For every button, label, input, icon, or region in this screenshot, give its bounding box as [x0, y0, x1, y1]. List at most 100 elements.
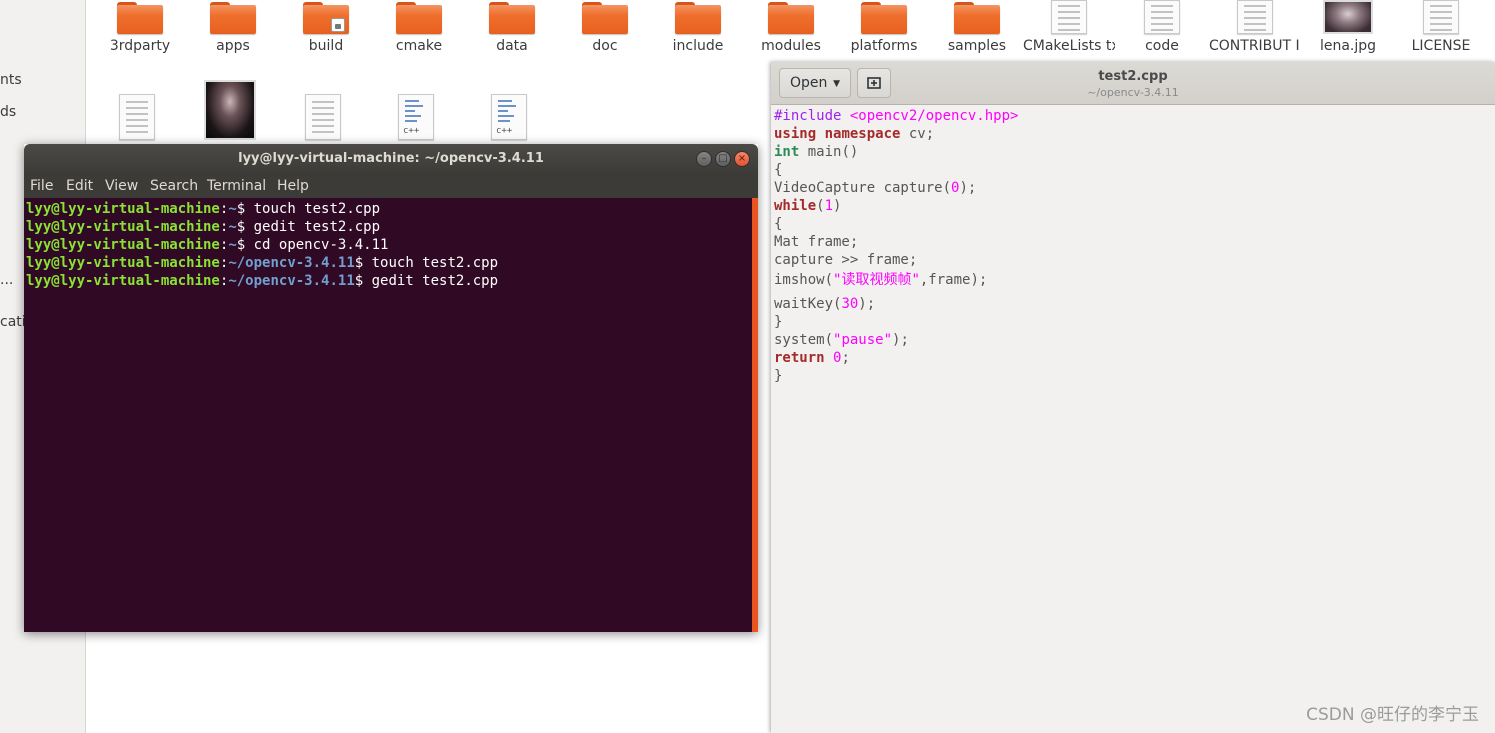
folder-icon — [861, 0, 907, 34]
terminal-line: lyy@lyy-virtual-machine:~$ cd opencv-3.4… — [26, 236, 388, 254]
file-item[interactable]: CONTRIBUT ING.md — [1209, 0, 1301, 54]
file-label: apps — [216, 38, 250, 54]
prompt-path: ~ — [228, 237, 237, 253]
terminal-output[interactable]: lyy@lyy-virtual-machine:~$ touch test2.c… — [24, 198, 758, 632]
maximize-button[interactable]: □ — [715, 151, 731, 167]
sidebar-item[interactable]: ds — [0, 104, 16, 120]
file-item[interactable]: c++ — [370, 94, 462, 140]
code-token: Mat frame; — [774, 234, 859, 250]
gedit-subtitle: ~/opencv-3.4.11 — [1087, 86, 1179, 99]
folder-icon — [396, 0, 442, 34]
close-button[interactable]: × — [734, 151, 750, 167]
terminal-scrollbar[interactable] — [752, 198, 758, 632]
menu-search[interactable]: Search — [150, 178, 198, 194]
folder-icon — [210, 0, 256, 34]
code-editor[interactable]: #include <opencv2/opencv.hpp> using names… — [771, 105, 1495, 733]
file-item[interactable]: 3rdparty — [94, 0, 186, 54]
menu-view[interactable]: View — [105, 178, 138, 194]
code-token: waitKey( — [774, 296, 842, 312]
prompt-path: ~/opencv-3.4.11 — [228, 255, 355, 271]
gedit-headerbar: Open ▼ test2.cpp ~/opencv-3.4.11 — [771, 62, 1495, 105]
sidebar-item-label: ds — [0, 104, 17, 120]
gedit-title: test2.cpp — [1098, 69, 1168, 84]
prompt-symbol: $ — [354, 255, 372, 271]
code-token: "pause" — [833, 332, 893, 348]
file-item[interactable]: data — [466, 0, 558, 54]
file-label: doc — [592, 38, 618, 54]
code-line: capture >> frame; — [774, 251, 917, 269]
file-item[interactable]: samples — [931, 0, 1023, 54]
folder-icon — [675, 0, 721, 34]
code-token: ,frame); — [919, 272, 988, 288]
menu-file[interactable]: File — [30, 178, 53, 194]
image-thumbnail-icon — [1323, 0, 1373, 34]
sidebar-item[interactable]: cati — [0, 314, 26, 330]
code-line: return 0; — [774, 349, 850, 367]
terminal-line: lyy@lyy-virtual-machine:~$ touch test2.c… — [26, 200, 380, 218]
folder-icon — [582, 0, 628, 34]
file-label: modules — [761, 38, 821, 54]
terminal-title: lyy@lyy-virtual-machine: ~/opencv-3.4.11 — [238, 151, 544, 166]
file-item[interactable]: platforms — [838, 0, 930, 54]
text-file-icon — [1051, 0, 1087, 34]
gedit-window: Open ▼ test2.cpp ~/opencv-3.4.11 #includ… — [771, 62, 1495, 733]
cpp-file-icon: c++ — [491, 94, 527, 140]
menu-edit[interactable]: Edit — [66, 178, 93, 194]
code-token: 30 — [841, 296, 859, 312]
sidebar-item-label: ... — [0, 272, 14, 288]
prompt-path: ~/opencv-3.4.11 — [228, 273, 355, 289]
cpp-file-icon: c++ — [398, 94, 434, 140]
code-token: 1 — [824, 198, 834, 214]
code-token: "读取视频帧" — [833, 272, 920, 288]
code-line: system("pause"); — [774, 331, 909, 349]
file-item[interactable]: include — [652, 0, 744, 54]
file-item[interactable]: c++ — [463, 94, 555, 140]
sidebar-item[interactable]: ... — [0, 272, 13, 288]
command-text: touch test2.cpp — [253, 201, 381, 217]
code-line: Mat frame; — [774, 233, 858, 251]
code-token: VideoCapture capture( — [774, 180, 952, 196]
code-line: } — [774, 367, 782, 385]
file-label: include — [672, 38, 724, 54]
file-item[interactable]: build — [280, 0, 372, 54]
code-token: namespace — [824, 126, 901, 142]
file-item[interactable]: modules — [745, 0, 837, 54]
image-thumbnail-icon — [204, 80, 256, 140]
cpp-glyph: c++ — [403, 126, 420, 136]
code-token: ; — [841, 350, 850, 366]
prompt-user: lyy@lyy-virtual-machine — [26, 255, 220, 271]
code-line: while(1) — [774, 197, 841, 215]
file-item[interactable] — [184, 80, 276, 140]
file-item[interactable]: LICENSE — [1395, 0, 1487, 54]
file-item[interactable]: code — [1116, 0, 1208, 54]
code-line: int main() — [774, 143, 858, 161]
code-line: waitKey(30); — [774, 295, 875, 313]
file-label: cmake — [395, 38, 443, 54]
command-text: gedit test2.cpp — [253, 219, 381, 235]
file-item[interactable] — [91, 94, 183, 140]
terminal-titlebar[interactable]: lyy@lyy-virtual-machine: ~/opencv-3.4.11… — [24, 144, 758, 174]
file-item[interactable]: apps — [187, 0, 279, 54]
watermark: CSDN @旺仔的李宁玉 — [1306, 705, 1479, 725]
file-item[interactable]: lena.jpg — [1302, 0, 1394, 54]
file-label: CONTRIBUT ING.md — [1209, 38, 1301, 54]
file-item[interactable]: CMakeLists txt — [1023, 0, 1115, 54]
menu-help[interactable]: Help — [277, 178, 309, 194]
file-label: 3rdparty — [109, 38, 171, 54]
code-token: system( — [774, 332, 834, 348]
file-item[interactable]: cmake — [373, 0, 465, 54]
sidebar-item[interactable]: nts — [0, 72, 22, 88]
file-item[interactable] — [277, 94, 369, 140]
file-label: code — [1145, 38, 1179, 54]
terminal-menubar: File Edit View Search Terminal Help — [24, 174, 758, 198]
file-label: lena.jpg — [1319, 38, 1377, 54]
code-line: VideoCapture capture(0); — [774, 179, 976, 197]
code-line: { — [774, 161, 782, 179]
file-item[interactable]: doc — [559, 0, 651, 54]
prompt-path: ~ — [228, 201, 237, 217]
menu-terminal[interactable]: Terminal — [207, 178, 266, 194]
code-token: #include — [774, 108, 850, 124]
minimize-button[interactable]: – — [696, 151, 712, 167]
